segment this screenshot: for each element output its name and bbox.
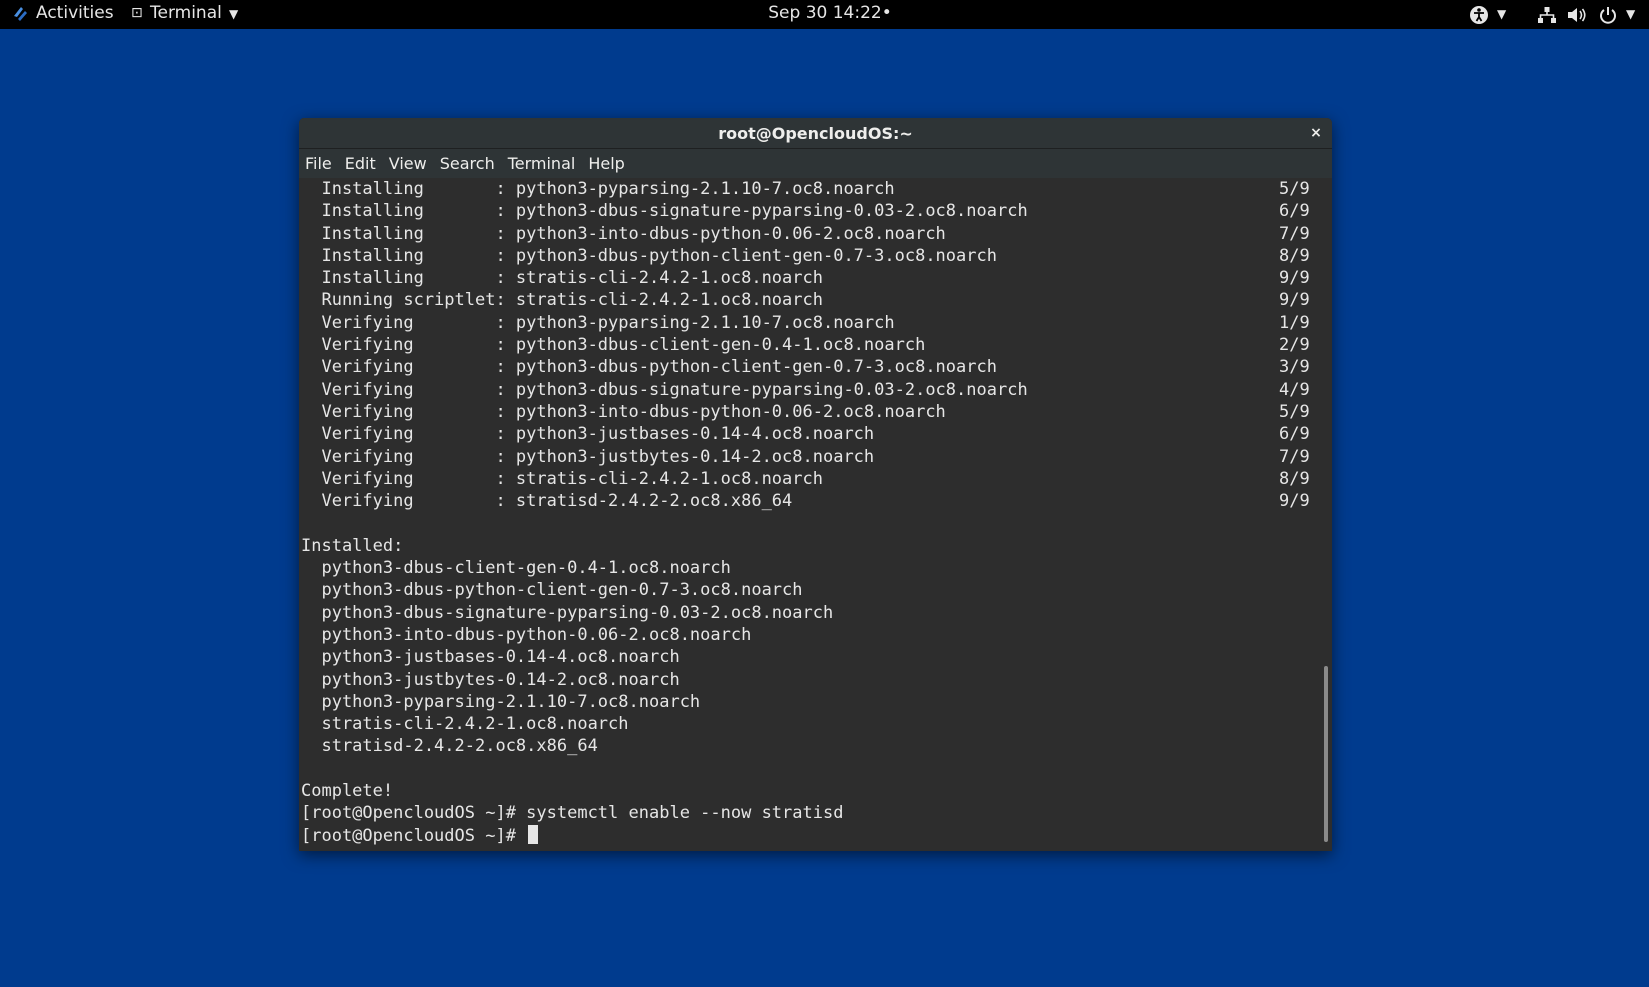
progress-count: 7/9 [1279,223,1310,244]
terminal-line: Verifying : python3-justbytes-0.14-2.oc8… [301,446,1320,468]
progress-count: 8/9 [1279,468,1310,489]
command-line: [root@OpencloudOS ~]# systemctl enable -… [301,803,844,824]
terminal-window: root@OpencloudOS:~ × File Edit View Search T… [299,118,1332,851]
progress-count: 9/9 [1279,290,1310,311]
progress-count: 1/9 [1279,312,1310,333]
line-text: Verifying : python3-dbus-python-client-g… [301,357,997,378]
terminal-line: Verifying : stratisd-2.4.2-2.oc8.x86_64 9… [301,490,1320,512]
terminal-app-icon[interactable]: ⊡ [131,0,145,29]
progress-count: 6/9 [1279,424,1310,445]
line-text: Verifying : python3-justbytes-0.14-2.oc8… [301,446,875,467]
installed-header: Installed: [301,535,404,556]
chevron-down-icon[interactable]: ▼ [229,0,238,29]
progress-count: 9/9 [1279,268,1310,289]
menu-edit[interactable]: Edit [345,149,383,178]
terminal-line: Verifying : python3-dbus-client-gen-0.4-… [301,334,1320,356]
progress-count: 7/9 [1279,446,1310,467]
installed-package: stratisd-2.4.2-2.oc8.x86_64 [301,736,598,757]
line-text: Running scriptlet: stratis-cli-2.4.2-1.o… [301,290,823,311]
top-bar: Activities ⊡ Terminal ▼ Sep 30 14:22• ▼ … [0,0,1649,29]
installed-package: python3-pyparsing-2.1.10-7.oc8.noarch [301,691,701,712]
installed-package: stratis-cli-2.4.2-1.oc8.noarch [301,714,629,735]
terminal-line: Verifying : python3-pyparsing-2.1.10-7.o… [301,312,1320,334]
complete-message: Complete! [301,781,394,802]
activities-logo-icon[interactable] [10,0,32,29]
terminal-line: Verifying : python3-into-dbus-python-0.0… [301,401,1320,423]
installed-package: python3-justbases-0.14-4.oc8.noarch [301,647,680,668]
installed-package: python3-dbus-python-client-gen-0.7-3.oc8… [301,580,803,601]
menu-search[interactable]: Search [440,149,502,178]
chevron-down-icon[interactable]: ▼ [1626,0,1635,29]
line-text: Installing : python3-pyparsing-2.1.10-7.… [301,179,895,199]
line-text: Installing : python3-dbus-signature-pypa… [301,201,1028,222]
terminal-line: Installing : python3-into-dbus-python-0.… [301,223,1320,245]
power-icon[interactable] [1598,0,1618,29]
terminal-line: Verifying : stratis-cli-2.4.2-1.oc8.noar… [301,468,1320,490]
terminal-output[interactable]: Installing : python3-pyparsing-2.1.10-7.… [299,178,1320,851]
scrollbar-thumb[interactable] [1324,666,1328,842]
prompt-line[interactable]: [root@OpencloudOS ~]# [301,824,1320,847]
line-text: Verifying : python3-dbus-signature-pypar… [301,379,1028,400]
terminal-line: Verifying : python3-dbus-signature-pypar… [301,379,1320,401]
close-icon[interactable]: × [1306,123,1326,143]
progress-count: 9/9 [1279,491,1310,512]
line-text: Installing : python3-into-dbus-python-0.… [301,223,946,244]
line-text: Verifying : python3-into-dbus-python-0.0… [301,401,946,422]
installed-package: python3-into-dbus-python-0.06-2.oc8.noar… [301,624,752,645]
accessibility-icon[interactable] [1469,0,1489,29]
network-icon[interactable] [1537,0,1557,29]
clock[interactable]: Sep 30 14:22• [760,0,900,29]
shell-prompt: [root@OpencloudOS ~]# [301,825,527,846]
line-text: Installing : stratis-cli-2.4.2-1.oc8.noa… [301,268,823,289]
scrollbar[interactable] [1320,178,1332,851]
line-text: Verifying : stratis-cli-2.4.2-1.oc8.noar… [301,468,823,489]
terminal-line: Installing : python3-pyparsing-2.1.10-7.… [301,178,1320,200]
terminal-line: Installing : python3-dbus-signature-pypa… [301,200,1320,222]
terminal-line: Verifying : python3-dbus-python-client-g… [301,356,1320,378]
progress-count: 6/9 [1279,201,1310,222]
terminal-line: Installing : python3-dbus-python-client-… [301,245,1320,267]
progress-count: 4/9 [1279,379,1310,400]
volume-icon[interactable] [1566,0,1588,29]
window-titlebar[interactable]: root@OpencloudOS:~ × [299,118,1332,149]
menu-bar: File Edit View Search Terminal Help [299,149,1332,178]
window-title: root@OpencloudOS:~ [718,124,913,143]
progress-count: 3/9 [1279,357,1310,378]
menu-help[interactable]: Help [588,149,631,178]
app-menu-button[interactable]: Terminal [150,0,222,29]
installed-package: python3-dbus-signature-pyparsing-0.03-2.… [301,602,834,623]
progress-count: 8/9 [1279,245,1310,266]
progress-count: 5/9 [1279,401,1310,422]
line-text: Verifying : stratisd-2.4.2-2.oc8.x86_64 [301,491,793,512]
line-text: Verifying : python3-pyparsing-2.1.10-7.o… [301,312,895,333]
chevron-down-icon[interactable]: ▼ [1497,0,1506,29]
terminal-line: Verifying : python3-justbases-0.14-4.oc8… [301,423,1320,445]
menu-terminal[interactable]: Terminal [508,149,583,178]
terminal-line: Installing : stratis-cli-2.4.2-1.oc8.noa… [301,267,1320,289]
activities-button[interactable]: Activities [36,0,114,29]
progress-count: 5/9 [1279,179,1310,199]
menu-file[interactable]: File [305,149,339,178]
menu-view[interactable]: View [389,149,434,178]
line-text: Verifying : python3-dbus-client-gen-0.4-… [301,335,926,356]
terminal-line: Running scriptlet: stratis-cli-2.4.2-1.o… [301,289,1320,311]
installed-package: python3-dbus-client-gen-0.4-1.oc8.noarch [301,558,731,579]
installed-package: python3-justbytes-0.14-2.oc8.noarch [301,669,680,690]
text-cursor [528,824,539,844]
progress-count: 2/9 [1279,335,1310,356]
line-text: Installing : python3-dbus-python-client-… [301,245,997,266]
line-text: Verifying : python3-justbases-0.14-4.oc8… [301,424,875,445]
